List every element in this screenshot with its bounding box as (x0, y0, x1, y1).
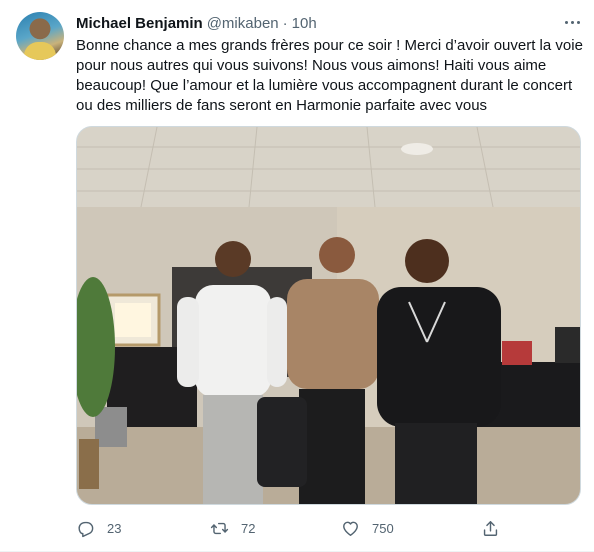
timestamp[interactable]: 10h (292, 15, 317, 32)
avatar[interactable] (16, 12, 64, 60)
tweet-card[interactable]: Michael Benjamin @mikaben · 10h Bonne ch… (0, 0, 594, 552)
reply-button[interactable]: 23 (76, 516, 121, 540)
author-name[interactable]: Michael Benjamin (76, 15, 203, 32)
author-handle[interactable]: @mikaben (207, 15, 279, 32)
retweet-count: 72 (241, 520, 256, 536)
tweet-actions: 23 72 750 (76, 516, 506, 540)
retweet-icon (210, 522, 229, 534)
like-count: 750 (372, 520, 394, 536)
reply-icon (78, 521, 94, 537)
tweet-photo[interactable] (76, 126, 581, 505)
tweet-header: Michael Benjamin @mikaben · 10h (76, 13, 317, 33)
share-icon (483, 520, 498, 536)
more-horizontal-icon (563, 20, 581, 24)
separator-dot: · (282, 14, 288, 32)
like-button[interactable]: 750 (341, 516, 394, 540)
reply-count: 23 (107, 520, 122, 536)
more-options-button[interactable] (560, 10, 584, 34)
photo-illustration (77, 127, 580, 504)
share-button[interactable] (481, 516, 500, 540)
heart-icon (343, 521, 358, 536)
tweet-text: Bonne chance a mes grands frères pour ce… (76, 37, 583, 114)
retweet-button[interactable]: 72 (210, 516, 255, 540)
avatar-figure (24, 42, 56, 60)
